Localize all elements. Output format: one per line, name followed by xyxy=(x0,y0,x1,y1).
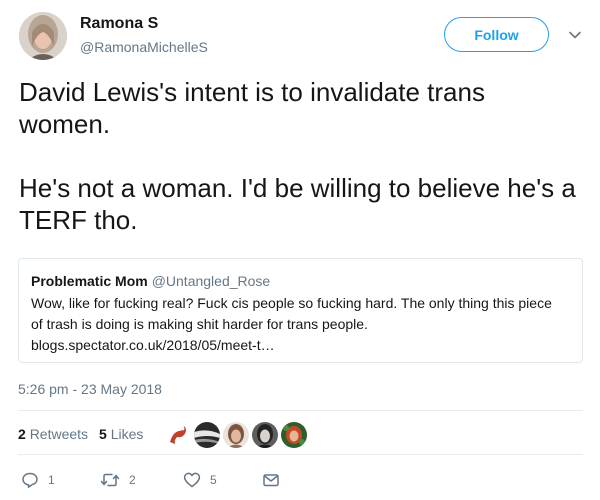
author-avatar[interactable] xyxy=(19,12,67,60)
tweet-timestamp[interactable]: 5:26 pm - 23 May 2018 xyxy=(18,381,162,397)
author-handle[interactable]: @RamonaMichelleS xyxy=(80,39,208,55)
follow-button[interactable]: Follow xyxy=(444,17,549,52)
author-name[interactable]: Ramona S xyxy=(80,15,158,33)
quoted-text-line: of trash is doing is making shit harder … xyxy=(31,316,368,332)
like-count: 5 xyxy=(210,473,217,487)
liker-avatar[interactable] xyxy=(164,421,192,449)
speech-bubble-icon xyxy=(21,471,39,489)
tweet-paragraph: He's not a woman. I'd be willing to beli… xyxy=(19,173,576,235)
retweet-action[interactable]: 2 xyxy=(100,470,136,490)
tweet-stats: 2 Retweets 5 Likes xyxy=(18,426,143,442)
retweet-count: 2 xyxy=(129,473,136,487)
tweet-text: David Lewis's intent is to invalidate tr… xyxy=(19,76,579,236)
quoted-link[interactable]: blogs.spectator.co.uk/2018/05/meet-t… xyxy=(31,335,570,356)
envelope-icon xyxy=(262,471,280,489)
retweets-stat[interactable]: 2 Retweets xyxy=(18,426,88,442)
heart-icon xyxy=(183,471,201,489)
avatar-photo xyxy=(19,12,67,60)
quoted-text-line: Wow, like for fucking real? Fuck cis peo… xyxy=(31,295,552,311)
retweets-label: Retweets xyxy=(29,426,89,442)
liker-avatar[interactable] xyxy=(280,421,308,449)
retweet-arrows-icon xyxy=(100,471,120,489)
quoted-tweet[interactable]: Problematic Mom @Untangled_Rose Wow, like… xyxy=(18,258,583,363)
quoted-tweet-text: Wow, like for fucking real? Fuck cis peo… xyxy=(31,293,570,356)
reply-count: 1 xyxy=(48,473,55,487)
like-action[interactable]: 5 xyxy=(183,470,217,490)
direct-message-action[interactable] xyxy=(262,470,280,490)
quoted-author-name: Problematic Mom xyxy=(31,273,148,289)
likes-stat[interactable]: 5 Likes xyxy=(99,426,143,442)
divider xyxy=(18,454,583,455)
retweets-count: 2 xyxy=(18,426,26,442)
tweet-card: Ramona S @RamonaMichelleS Follow David L… xyxy=(0,0,600,500)
chevron-down-icon[interactable] xyxy=(567,27,583,43)
quoted-author-handle: @Untangled_Rose xyxy=(151,273,271,289)
divider xyxy=(18,410,583,411)
quoted-tweet-header: Problematic Mom @Untangled_Rose xyxy=(31,272,570,290)
liker-avatar[interactable] xyxy=(222,421,250,449)
liker-avatar[interactable] xyxy=(193,421,221,449)
reply-action[interactable]: 1 xyxy=(21,470,55,490)
likes-count: 5 xyxy=(99,426,107,442)
liker-avatar[interactable] xyxy=(251,421,279,449)
likes-label: Likes xyxy=(110,426,144,442)
tweet-paragraph: David Lewis's intent is to invalidate tr… xyxy=(19,77,485,139)
